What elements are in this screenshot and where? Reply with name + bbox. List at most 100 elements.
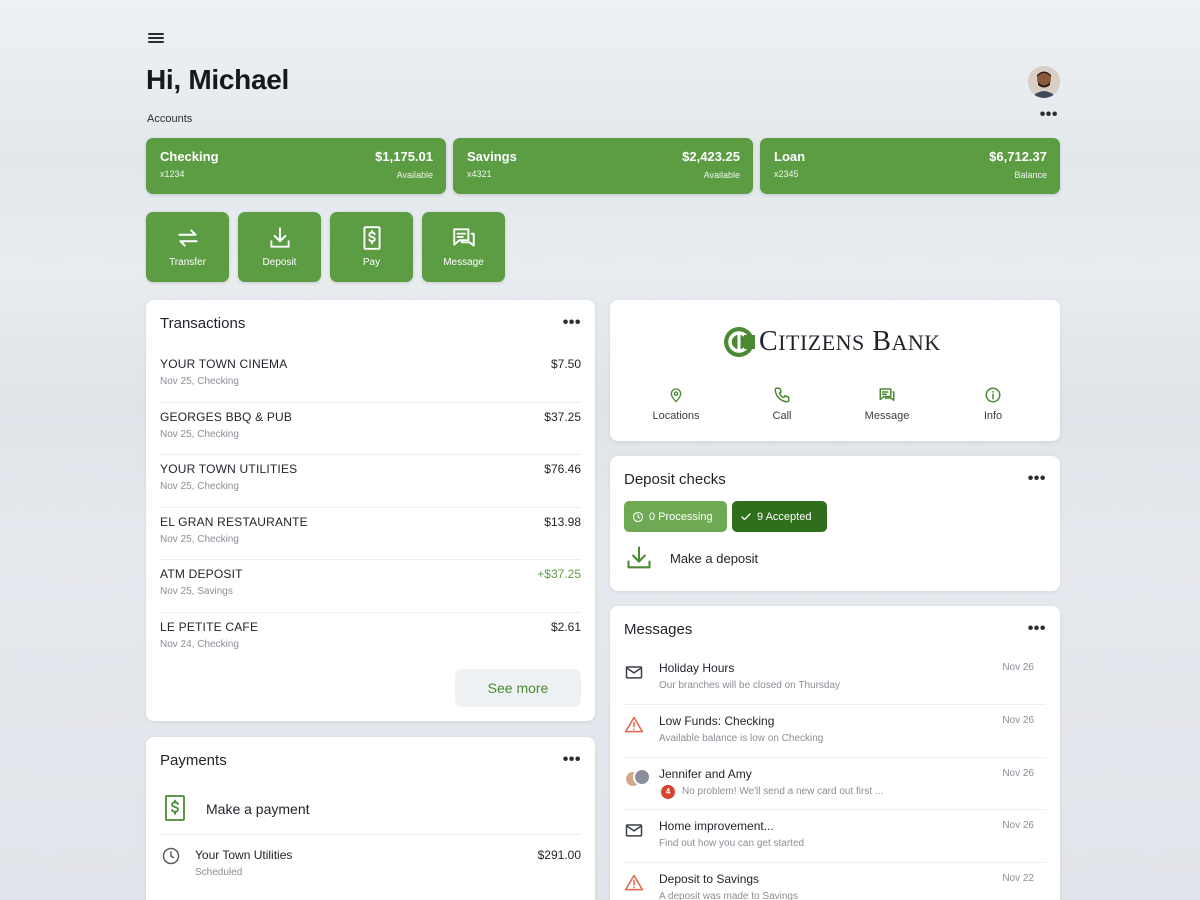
transaction-merchant: LE PETITE CAFE — [160, 619, 259, 634]
message-preview: No problem! We'll send a new card out fi… — [682, 785, 884, 797]
transaction-amount: $37.25 — [544, 409, 581, 424]
messages-list: Holiday Hours Our branches will be close… — [624, 652, 1046, 900]
account-balance-label: Available — [703, 170, 740, 180]
messages-title: Messages — [624, 621, 693, 638]
bank-name-initial-2: B — [872, 326, 892, 357]
dashboard: Hi, Michael Accounts ••• Checking $1,175… — [146, 0, 1060, 900]
bank-message-link[interactable]: Message — [842, 386, 932, 422]
transaction-amount: $2.61 — [550, 619, 581, 634]
make-deposit-button[interactable]: Make a deposit — [624, 542, 1044, 576]
hamburger-menu-icon[interactable] — [148, 31, 164, 47]
bank-name-initial-1: C — [759, 326, 779, 357]
deposit-label: Deposit — [262, 257, 297, 268]
message-date: Nov 26 — [1002, 820, 1034, 832]
account-number: x1234 — [160, 169, 185, 179]
phone-icon — [774, 387, 790, 403]
deposit-button[interactable]: Deposit — [238, 212, 321, 282]
table-row[interactable]: ATM DEPOSIT Nov 25, Savings +$37.25 — [160, 560, 581, 613]
message-preview: Find out how you can get started — [659, 838, 805, 850]
deposit-checks-more-icon[interactable]: ••• — [1028, 471, 1046, 487]
table-row[interactable]: YOUR TOWN UTILITIES Nov 25, Checking $76… — [160, 455, 581, 508]
table-row[interactable]: EL GRAN RESTAURANTE Nov 25, Checking $13… — [160, 508, 581, 561]
bank-logo: CITIZENS BANK — [723, 324, 947, 360]
transfer-icon — [177, 229, 198, 247]
transaction-merchant: YOUR TOWN UTILITIES — [160, 462, 298, 477]
page-title: Hi, Michael — [146, 64, 289, 95]
table-row[interactable]: GEORGES BBQ & PUB Nov 25, Checking $37.2… — [160, 403, 581, 456]
bank-card: CITIZENS BANK Locations Call Message Inf… — [610, 300, 1060, 441]
account-number: x2345 — [774, 169, 799, 179]
message-label: Message — [443, 257, 484, 268]
message-button[interactable]: Message — [422, 212, 505, 282]
transaction-merchant: EL GRAN RESTAURANTE — [160, 514, 308, 529]
list-item[interactable]: Holiday Hours Our branches will be close… — [624, 652, 1046, 705]
warning-icon — [624, 716, 644, 733]
bank-name-rest-2: ANK — [891, 330, 941, 355]
transaction-merchant: YOUR TOWN CINEMA — [160, 357, 288, 371]
transactions-list: YOUR TOWN CINEMA Nov 25, Checking $7.50 … — [160, 350, 581, 666]
group-avatar-icon — [624, 767, 652, 790]
clock-icon — [162, 847, 180, 865]
accepted-filter-button[interactable]: 9 Accepted — [732, 501, 827, 532]
see-more-button[interactable]: See more — [455, 669, 581, 707]
pay-icon — [165, 795, 185, 821]
envelope-icon — [625, 666, 643, 679]
list-item[interactable]: Home improvement... Find out how you can… — [624, 810, 1046, 864]
bank-name-rest-1: ITIZENS — [778, 330, 865, 355]
transactions-card: Transactions ••• YOUR TOWN CINEMA Nov 25… — [146, 300, 595, 721]
message-subject: Holiday Hours — [659, 661, 735, 675]
deposit-icon — [269, 227, 290, 248]
payments-title: Payments — [160, 752, 227, 769]
transaction-detail: Nov 24, Checking — [160, 638, 239, 650]
account-balance: $2,423.25 — [682, 149, 740, 164]
list-item[interactable]: Deposit to Savings A deposit was made to… — [624, 863, 1046, 900]
deposit-checks-card: Deposit checks ••• 0 Processing 9 Accept… — [610, 456, 1060, 591]
message-preview: Our branches will be closed on Thursday — [659, 680, 841, 691]
account-card-checking[interactable]: Checking $1,175.01 x1234 Available — [146, 138, 446, 194]
call-link[interactable]: Call — [737, 386, 827, 422]
make-payment-label: Make a payment — [206, 801, 310, 817]
info-label: Info — [983, 410, 1003, 422]
table-row[interactable]: YOUR TOWN CINEMA Nov 25, Checking $7.50 — [160, 350, 581, 403]
chat-icon — [879, 388, 895, 401]
transaction-amount: $13.98 — [544, 514, 581, 529]
bank-message-label: Message — [864, 410, 910, 422]
account-card-savings[interactable]: Savings $2,423.25 x4321 Available — [453, 138, 753, 194]
message-subject: Deposit to Savings — [659, 872, 760, 887]
transaction-amount: +$37.25 — [537, 567, 581, 582]
message-date: Nov 26 — [1002, 767, 1034, 779]
list-item[interactable]: Your Town Utilities Scheduled $291.00 — [160, 843, 581, 887]
deposit-icon — [627, 546, 651, 569]
make-payment-button[interactable]: Make a payment — [160, 789, 581, 835]
account-card-loan[interactable]: Loan $6,712.37 x2345 Balance — [760, 138, 1060, 194]
transaction-merchant: ATM DEPOSIT — [160, 567, 243, 582]
locations-link[interactable]: Locations — [631, 386, 721, 422]
transfer-button[interactable]: Transfer — [146, 212, 229, 282]
deposit-checks-title: Deposit checks — [624, 471, 726, 488]
transaction-detail: Nov 25, Savings — [160, 586, 233, 598]
accounts-more-icon[interactable]: ••• — [1040, 107, 1058, 123]
transaction-amount: $7.50 — [550, 357, 581, 371]
bank-name: CITIZENS BANK — [759, 326, 941, 358]
quick-actions: Transfer Deposit Pay Message — [146, 212, 505, 282]
message-subject: Home improvement... — [659, 819, 774, 834]
list-item[interactable]: Jennifer and Amy 4 No problem! We'll sen… — [624, 758, 1046, 811]
list-item[interactable]: Low Funds: Checking Available balance is… — [624, 705, 1046, 758]
messages-more-icon[interactable]: ••• — [1028, 621, 1046, 637]
avatar[interactable] — [1028, 66, 1060, 98]
payments-more-icon[interactable]: ••• — [563, 752, 581, 768]
transactions-more-icon[interactable]: ••• — [563, 315, 581, 331]
transaction-detail: Nov 25, Checking — [160, 428, 239, 440]
message-subject: Jennifer and Amy — [659, 766, 752, 781]
processing-filter-button[interactable]: 0 Processing — [624, 501, 727, 532]
table-row[interactable]: LE PETITE CAFE Nov 24, Checking $2.61 — [160, 613, 581, 666]
info-link[interactable]: Info — [948, 386, 1038, 422]
pay-icon — [362, 226, 381, 250]
payment-status: Scheduled — [195, 867, 243, 878]
transaction-amount: $76.46 — [544, 462, 581, 477]
transaction-merchant: GEORGES BBQ & PUB — [160, 409, 293, 424]
pay-button[interactable]: Pay — [330, 212, 413, 282]
payments-card: Payments ••• Make a payment Your Town Ut… — [146, 737, 595, 900]
processing-label: 0 Processing — [649, 510, 713, 523]
messages-card: Messages ••• Holiday Hours Our branches … — [610, 606, 1060, 900]
